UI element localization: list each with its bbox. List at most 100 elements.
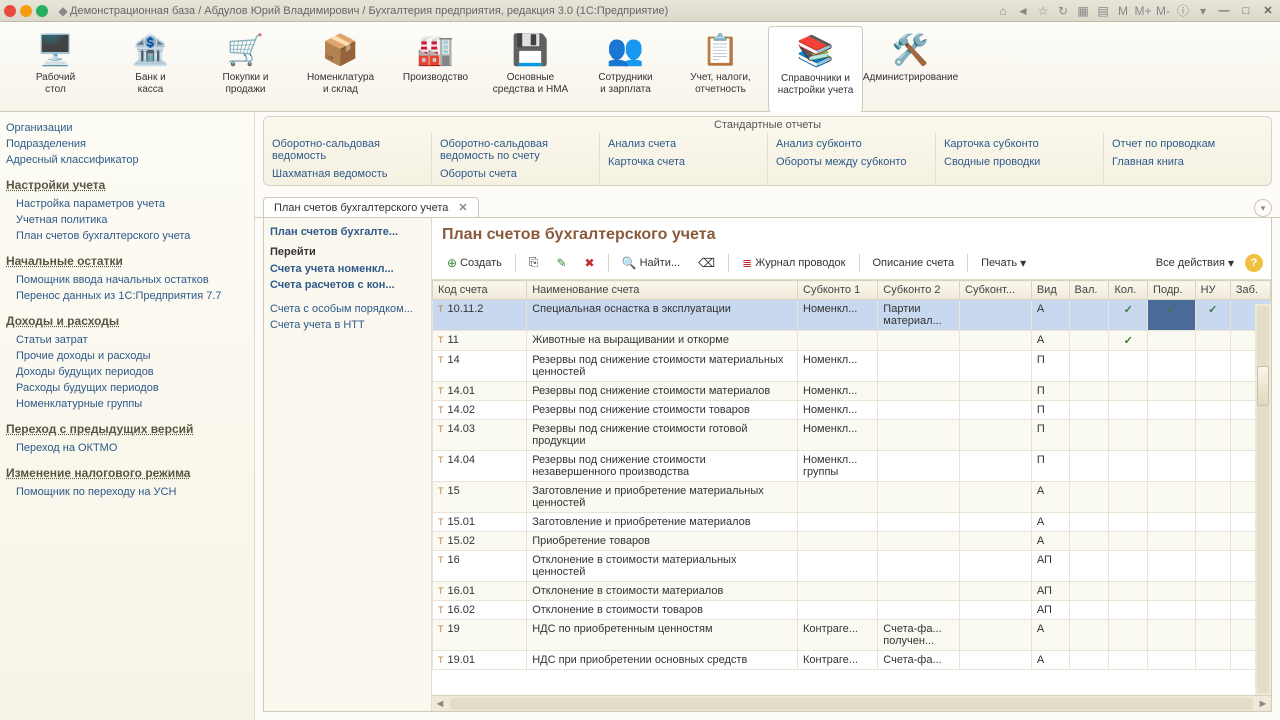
tb-info-icon[interactable]: ⓘ	[1176, 4, 1190, 18]
table-row[interactable]: T15.01Заготовление и приобретение матери…	[433, 513, 1271, 532]
sidebar-link[interactable]: Доходы будущих периодов	[6, 364, 248, 380]
toolbar-button-6[interactable]: 👥Сотрудникии зарплата	[578, 26, 673, 111]
table-cell[interactable]: T19	[433, 620, 527, 651]
table-row[interactable]: T10.11.2Специальная оснастка в эксплуата…	[433, 300, 1271, 331]
table-cell[interactable]	[1195, 401, 1230, 420]
toolbar-button-3[interactable]: 📦Номенклатураи склад	[293, 26, 388, 111]
table-cell[interactable]	[1069, 382, 1109, 401]
table-cell[interactable]: T14.02	[433, 401, 527, 420]
table-cell[interactable]: T10.11.2	[433, 300, 527, 331]
accounts-table[interactable]: Код счетаНаименование счетаСубконто 1Суб…	[432, 280, 1271, 670]
table-cell[interactable]: А	[1031, 331, 1069, 351]
sidebar-link[interactable]: Статьи затрат	[6, 332, 248, 348]
edit-button[interactable]: ✎	[549, 253, 573, 273]
table-cell[interactable]	[1148, 532, 1196, 551]
table-cell[interactable]	[1195, 420, 1230, 451]
table-cell[interactable]: Приобретение товаров	[527, 532, 798, 551]
table-cell[interactable]: Счета-фа...	[878, 651, 960, 670]
table-cell[interactable]	[798, 532, 878, 551]
table-cell[interactable]: Контраге...	[798, 620, 878, 651]
table-cell[interactable]: T16.02	[433, 601, 527, 620]
report-link[interactable]: Карточка субконто	[944, 135, 1095, 153]
description-button[interactable]: Описание счета	[866, 254, 962, 272]
table-cell[interactable]	[798, 331, 878, 351]
toolbar-button-8[interactable]: 📚Справочники инастройки учета	[768, 26, 863, 112]
sidebar-link[interactable]: Номенклатурные группы	[6, 396, 248, 412]
table-cell[interactable]: АП	[1031, 601, 1069, 620]
table-cell[interactable]: А	[1031, 482, 1069, 513]
report-link[interactable]: Оборотно-сальдовая ведомость	[272, 135, 423, 165]
sub-sidebar-link[interactable]: Счета учета номенкл...	[270, 261, 425, 277]
table-cell[interactable]: Резервы под снижение стоимости материаль…	[527, 351, 798, 382]
table-cell[interactable]	[1195, 482, 1230, 513]
table-cell[interactable]	[1069, 651, 1109, 670]
table-cell[interactable]	[1069, 551, 1109, 582]
table-cell[interactable]	[1109, 451, 1148, 482]
table-row[interactable]: T19.01НДС при приобретении основных сред…	[433, 651, 1271, 670]
toolbar-button-4[interactable]: 🏭Производство	[388, 26, 483, 111]
table-cell[interactable]	[1148, 451, 1196, 482]
table-cell[interactable]	[1109, 532, 1148, 551]
table-cell[interactable]: T19.01	[433, 651, 527, 670]
column-header[interactable]: Подр.	[1148, 281, 1196, 300]
table-row[interactable]: T16.01Отклонение в стоимости материаловА…	[433, 582, 1271, 601]
table-row[interactable]: T11Животные на выращивании и откормеА✓	[433, 331, 1271, 351]
table-cell[interactable]: T14.01	[433, 382, 527, 401]
column-header[interactable]: Заб.	[1230, 281, 1270, 300]
table-cell[interactable]: ✓	[1195, 300, 1230, 331]
tb-calc-m[interactable]: M	[1116, 4, 1130, 18]
vertical-scrollbar[interactable]	[1255, 304, 1271, 695]
table-cell[interactable]	[1148, 351, 1196, 382]
table-cell[interactable]: Отклонение в стоимости материальных ценн…	[527, 551, 798, 582]
report-link[interactable]: Обороты между субконто	[776, 153, 927, 171]
sidebar-link[interactable]: Адресный классификатор	[6, 152, 248, 168]
table-cell[interactable]	[1069, 300, 1109, 331]
table-cell[interactable]	[1069, 532, 1109, 551]
sidebar-link[interactable]: Настройка параметров учета	[6, 196, 248, 212]
table-cell[interactable]: Отклонение в стоимости материалов	[527, 582, 798, 601]
table-cell[interactable]: А	[1031, 532, 1069, 551]
tab-close-icon[interactable]: ✕	[458, 201, 467, 214]
table-cell[interactable]	[1148, 582, 1196, 601]
report-link[interactable]: Шахматная ведомость	[272, 165, 423, 183]
traffic-minimize[interactable]	[20, 5, 32, 17]
table-cell[interactable]	[960, 532, 1032, 551]
column-header[interactable]: Субконто 2	[878, 281, 960, 300]
table-row[interactable]: T14.04Резервы под снижение стоимости нез…	[433, 451, 1271, 482]
report-link[interactable]: Сводные проводки	[944, 153, 1095, 171]
table-cell[interactable]	[1109, 620, 1148, 651]
table-cell[interactable]: Заготовление и приобретение материальных…	[527, 482, 798, 513]
table-cell[interactable]	[960, 451, 1032, 482]
table-cell[interactable]	[1069, 351, 1109, 382]
table-cell[interactable]	[1195, 601, 1230, 620]
find-button[interactable]: 🔍Найти...	[615, 253, 688, 273]
table-cell[interactable]	[878, 451, 960, 482]
table-cell[interactable]	[960, 601, 1032, 620]
table-cell[interactable]: T14.04	[433, 451, 527, 482]
table-cell[interactable]	[1148, 331, 1196, 351]
column-header[interactable]: Код счета	[433, 281, 527, 300]
table-cell[interactable]: T15	[433, 482, 527, 513]
column-header[interactable]: Субконт...	[960, 281, 1032, 300]
traffic-zoom[interactable]	[36, 5, 48, 17]
table-cell[interactable]: А	[1031, 300, 1069, 331]
table-cell[interactable]: T15.01	[433, 513, 527, 532]
table-cell[interactable]	[798, 551, 878, 582]
tb-history-icon[interactable]: ↻	[1056, 4, 1070, 18]
tab-chart-of-accounts[interactable]: План счетов бухгалтерского учета ✕	[263, 197, 479, 217]
table-cell[interactable]	[878, 601, 960, 620]
table-cell[interactable]: НДС по приобретенным ценностям	[527, 620, 798, 651]
delete-button[interactable]: ✖	[578, 253, 602, 273]
toolbar-button-0[interactable]: 🖥️Рабочийстол	[8, 26, 103, 111]
table-cell[interactable]	[1148, 651, 1196, 670]
window-minimize[interactable]: —	[1216, 4, 1232, 18]
table-cell[interactable]	[1195, 651, 1230, 670]
traffic-close[interactable]	[4, 5, 16, 17]
sub-current[interactable]: План счетов бухгалте...	[270, 224, 425, 240]
table-cell[interactable]	[960, 482, 1032, 513]
journal-button[interactable]: ≣Журнал проводок	[735, 253, 852, 273]
sidebar-link[interactable]: Организации	[6, 120, 248, 136]
table-cell[interactable]	[1148, 601, 1196, 620]
table-cell[interactable]	[1148, 482, 1196, 513]
tb-back-icon[interactable]: ◄	[1016, 4, 1030, 18]
